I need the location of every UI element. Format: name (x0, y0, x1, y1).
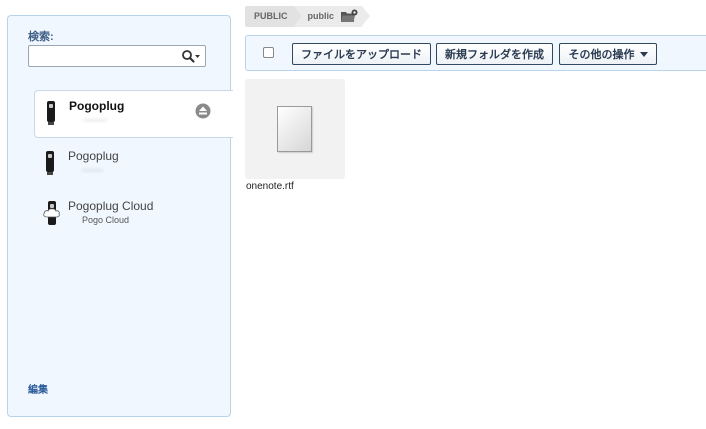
device-subtitle: ------- (82, 165, 103, 175)
rtf-document-icon (277, 106, 312, 152)
breadcrumb-item-current[interactable]: public (293, 6, 370, 27)
pogoplug-cloud-icon (43, 200, 60, 226)
search-box[interactable] (28, 45, 206, 67)
file-name[interactable]: onenote.rtf (246, 181, 294, 192)
device-name: Pogoplug (69, 99, 125, 113)
search-icon[interactable] (181, 49, 201, 64)
chevron-down-icon (639, 51, 648, 57)
folder-settings-icon[interactable] (340, 9, 358, 23)
file-tile[interactable] (245, 79, 345, 179)
device-item-pogoplug-1[interactable]: Pogoplug -------- (34, 90, 233, 138)
breadcrumb-root-label: PUBLIC (254, 11, 288, 21)
device-subtitle: -------- (83, 115, 107, 125)
sidebar: 検索: Pogoplug -------- Pogoplug ------- P… (7, 15, 233, 417)
pogoplug-device-icon (43, 150, 57, 176)
more-actions-button[interactable]: その他の操作 (559, 43, 657, 65)
device-name: Pogoplug (68, 149, 119, 163)
upload-file-button[interactable]: ファイルをアップロード (292, 43, 431, 65)
device-name: Pogoplug Cloud (68, 199, 154, 213)
pogoplug-device-icon (44, 100, 58, 126)
breadcrumb-current-label: public (307, 11, 335, 21)
breadcrumb-item-root[interactable]: PUBLIC (245, 6, 301, 27)
more-actions-label: その他の操作 (568, 49, 635, 61)
edit-link[interactable]: 編集 (28, 381, 48, 396)
device-item-pogoplug-2[interactable]: Pogoplug ------- (34, 141, 230, 187)
new-folder-button[interactable]: 新規フォルダを作成 (436, 43, 553, 65)
breadcrumb: PUBLIC public (245, 6, 370, 27)
device-item-pogoplug-cloud[interactable]: Pogoplug Cloud Pogo Cloud (34, 191, 230, 237)
device-subtitle: Pogo Cloud (82, 215, 130, 225)
eject-icon[interactable] (195, 103, 211, 119)
select-all-checkbox[interactable] (263, 47, 274, 58)
toolbar: ファイルをアップロード 新規フォルダを作成 その他の操作 (245, 35, 706, 71)
search-input[interactable] (32, 48, 184, 66)
search-label: 検索: (28, 31, 54, 43)
